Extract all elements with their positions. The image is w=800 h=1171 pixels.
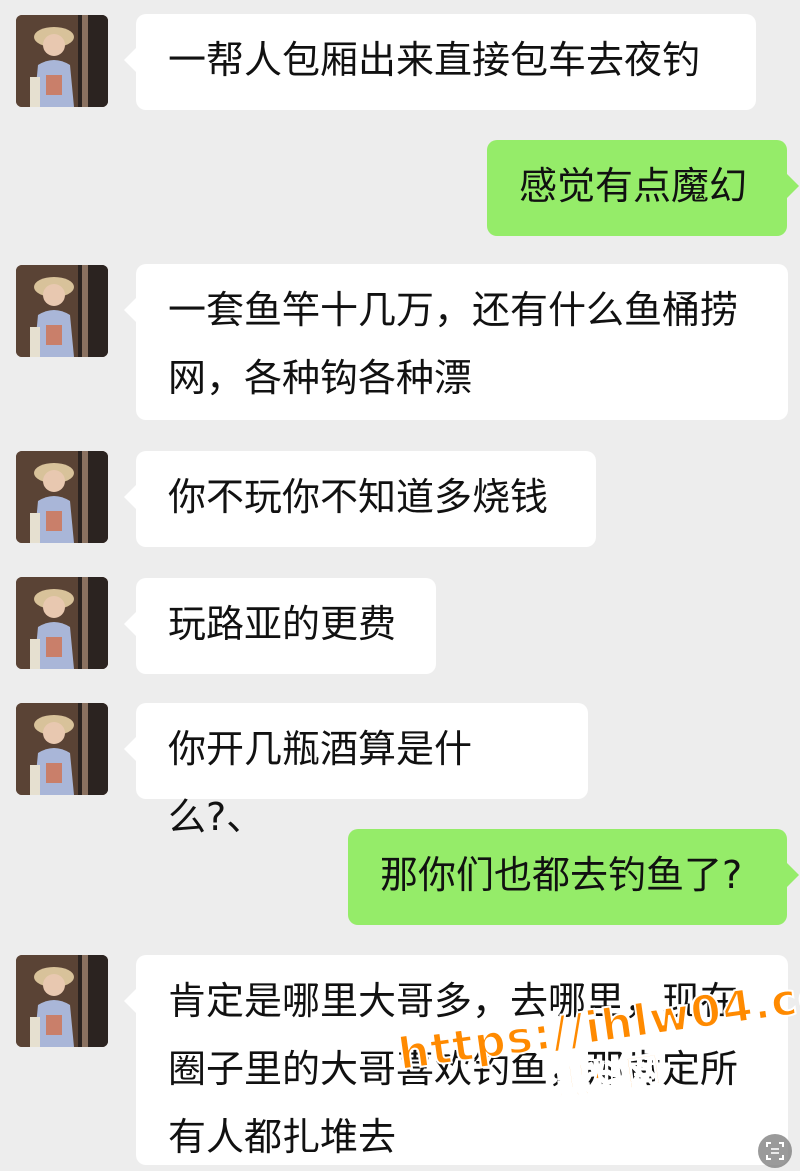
contact-avatar[interactable] — [16, 265, 108, 357]
message-bubble[interactable]: 你开几瓶酒算是什么?、 — [124, 703, 588, 839]
avatar-photo-icon — [16, 955, 108, 1047]
contact-avatar[interactable] — [16, 955, 108, 1047]
scan-button[interactable] — [758, 1134, 792, 1168]
avatar-photo-icon — [16, 15, 108, 107]
avatar-photo-icon — [16, 703, 108, 795]
message-bubble[interactable]: 一帮人包厢出来直接包车去夜钓 — [124, 14, 756, 110]
avatar-photo-icon — [16, 451, 108, 543]
contact-avatar[interactable] — [16, 577, 108, 669]
message-bubble[interactable]: 一套鱼竿十几万，还有什么鱼桶捞网，各种钩各种漂 — [124, 264, 788, 420]
avatar-photo-icon — [16, 577, 108, 669]
contact-avatar[interactable] — [16, 451, 108, 543]
message-bubble[interactable]: 感觉有点魔幻 — [487, 140, 799, 236]
message-bubble[interactable]: 那你们也都去钓鱼了? — [348, 829, 799, 925]
contact-avatar[interactable] — [16, 703, 108, 795]
contact-avatar[interactable] — [16, 15, 108, 107]
avatar-photo-icon — [16, 265, 108, 357]
scan-icon — [766, 1142, 784, 1160]
message-bubble[interactable]: 你不玩你不知道多烧钱 — [124, 451, 596, 547]
message-bubble[interactable]: 肯定是哪里大哥多，去哪里，现在圈子里的大哥喜欢钓鱼，那肯定所有人都扎堆去 — [124, 955, 788, 1165]
message-bubble[interactable]: 玩路亚的更费 — [124, 578, 436, 674]
